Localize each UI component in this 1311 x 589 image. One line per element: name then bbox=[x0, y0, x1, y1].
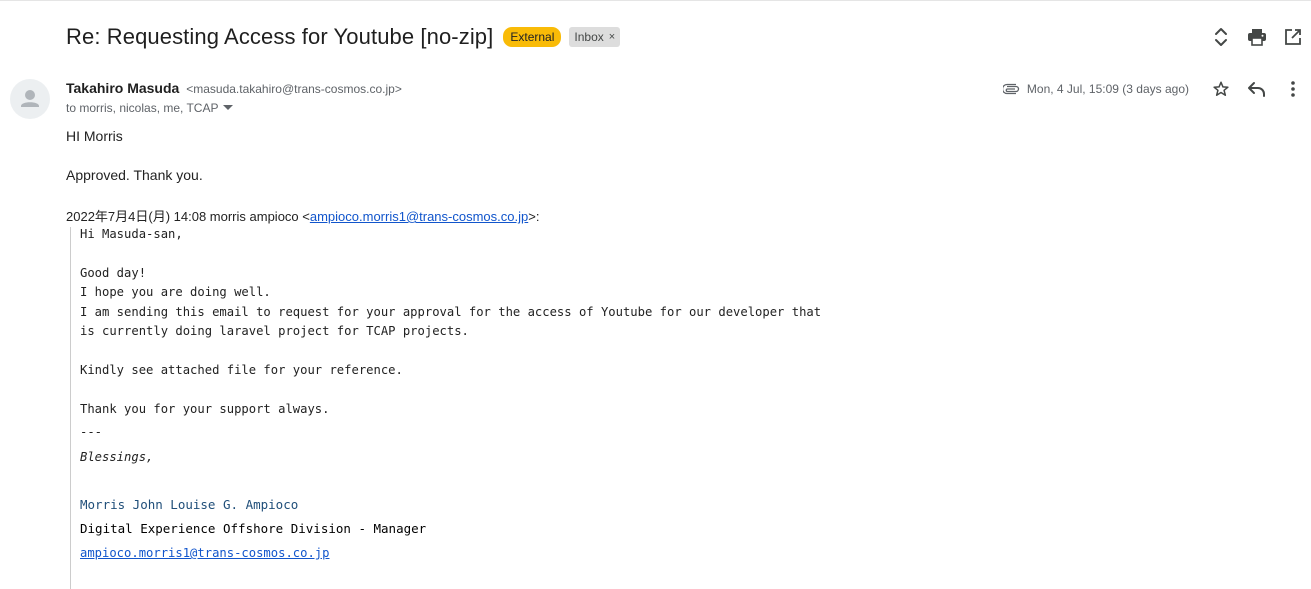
quoted-line: I hope you are doing well. bbox=[80, 285, 271, 299]
more-vertical-icon[interactable] bbox=[1275, 77, 1311, 101]
sender-name[interactable]: Takahiro Masuda bbox=[66, 80, 179, 96]
quoted-line: Good day! bbox=[80, 266, 147, 280]
avatar[interactable] bbox=[10, 79, 50, 119]
quote-header-suffix: >: bbox=[528, 209, 540, 224]
print-icon[interactable] bbox=[1239, 25, 1275, 49]
top-divider bbox=[0, 0, 1311, 1]
body-line: Approved. Thank you. bbox=[66, 167, 203, 183]
label-inbox-text: Inbox bbox=[574, 30, 604, 44]
quoted-separator: --- bbox=[80, 425, 103, 439]
sender-email: <masuda.takahiro@trans-cosmos.co.jp> bbox=[186, 82, 402, 96]
subject-row: Re: Requesting Access for Youtube [no-zi… bbox=[66, 22, 621, 52]
expand-collapse-icon[interactable] bbox=[1203, 25, 1239, 49]
caret-down-icon[interactable] bbox=[223, 105, 234, 111]
label-external[interactable]: External bbox=[503, 27, 562, 47]
quoted-closing: Blessings, bbox=[80, 450, 154, 464]
quote-header-email-link[interactable]: ampioco.morris1@trans-cosmos.co.jp bbox=[310, 209, 528, 224]
quote-header-prefix: 2022年7月4日(月) 14:08 morris ampioco < bbox=[66, 209, 310, 224]
recipients-text: to morris, nicolas, me, TCAP bbox=[66, 101, 219, 115]
body-greeting: HI Morris bbox=[66, 128, 123, 144]
star-icon[interactable] bbox=[1203, 77, 1239, 101]
reply-icon[interactable] bbox=[1239, 77, 1275, 101]
person-icon bbox=[21, 90, 39, 107]
signature-email-link[interactable]: ampioco.morris1@trans-cosmos.co.jp bbox=[80, 546, 329, 560]
paperclip-icon bbox=[1002, 83, 1021, 95]
recipients-row: to morris, nicolas, me, TCAP bbox=[66, 101, 234, 115]
remove-label-icon[interactable]: × bbox=[609, 29, 615, 45]
quoted-line: Kindly see attached file for your refere… bbox=[80, 363, 403, 377]
quoted-message: Hi Masuda-san, Good day! I hope you are … bbox=[70, 227, 821, 589]
quoted-line: Hi Masuda-san, bbox=[80, 227, 183, 241]
message-meta: Mon, 4 Jul, 15:09 (3 days ago) bbox=[1002, 77, 1311, 101]
signature-email: ampioco.morris1@trans-cosmos.co.jp bbox=[80, 546, 329, 560]
message-date[interactable]: Mon, 4 Jul, 15:09 (3 days ago) bbox=[1027, 82, 1189, 96]
thread-actions bbox=[1203, 25, 1311, 49]
signature-title: Digital Experience Offshore Division - M… bbox=[80, 521, 427, 536]
open-in-new-window-icon[interactable] bbox=[1275, 25, 1311, 49]
quoted-line: is currently doing laravel project for T… bbox=[80, 324, 469, 338]
quote-header: 2022年7月4日(月) 14:08 morris ampioco <ampio… bbox=[66, 206, 539, 225]
quoted-line: I am sending this email to request for y… bbox=[80, 305, 822, 319]
label-inbox[interactable]: Inbox × bbox=[569, 27, 621, 47]
signature-name: Morris John Louise G. Ampioco bbox=[80, 497, 299, 512]
sender-row: Takahiro Masuda <masuda.takahiro@trans-c… bbox=[66, 80, 402, 96]
email-subject: Re: Requesting Access for Youtube [no-zi… bbox=[66, 24, 494, 49]
quoted-line: Thank you for your support always. bbox=[80, 402, 330, 416]
